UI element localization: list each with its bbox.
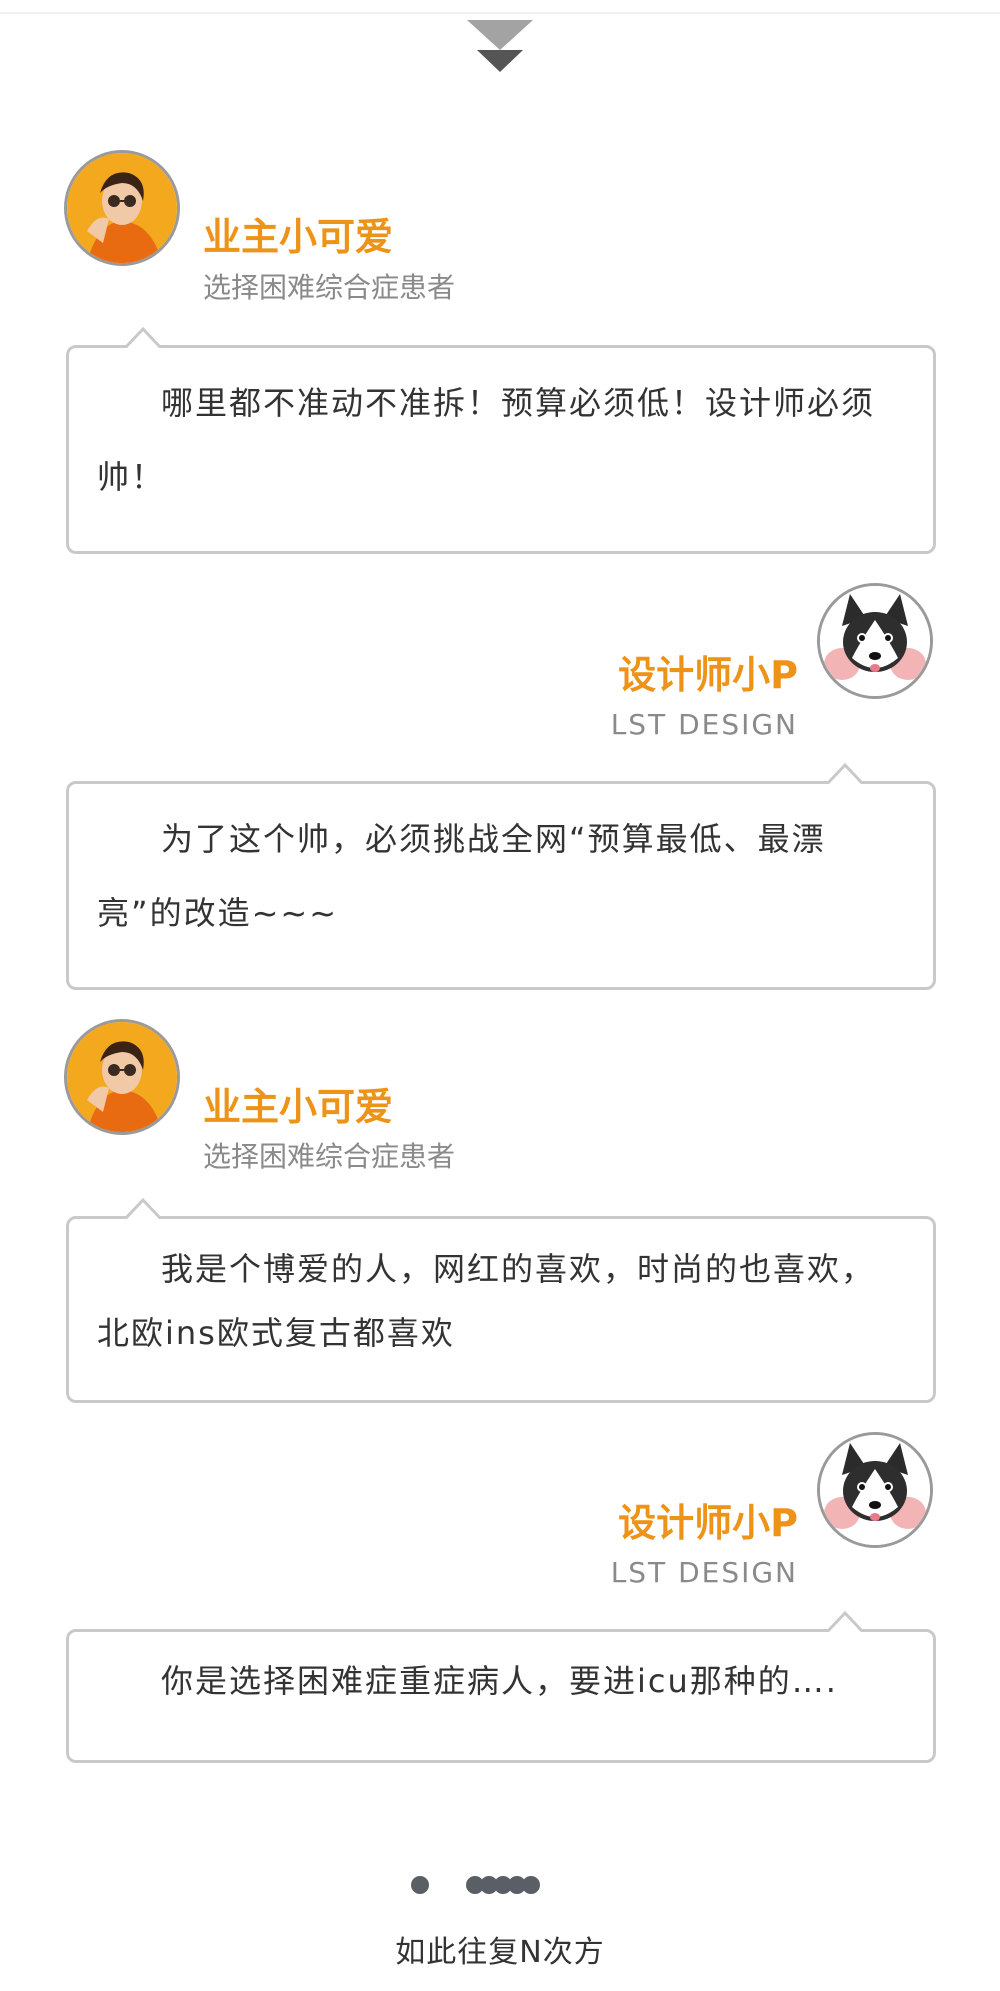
woman-sunglasses-icon xyxy=(67,153,177,263)
owner-name: 业主小可爱 xyxy=(203,215,394,259)
owner-subtitle: 选择困难综合症患者 xyxy=(203,1140,456,1173)
message-bubble-owner: 哪里都不准动不准拆！预算必须低！设计师必须帅！ xyxy=(66,326,936,554)
message-text: 哪里都不准动不准拆！预算必须低！设计师必须帅！ xyxy=(97,384,876,496)
message-text: 我是个博爱的人，网红的喜欢，时尚的也喜欢，北欧ins欧式复古都喜欢 xyxy=(97,1250,876,1352)
top-divider xyxy=(0,12,1000,14)
bubble-pointer xyxy=(827,762,863,784)
message-text: 你是选择困难症重症病人，要进icu那种的…. xyxy=(161,1662,838,1700)
woman-sunglasses-icon xyxy=(67,1022,177,1132)
page-indicator-dots xyxy=(0,1876,1000,1902)
dot xyxy=(522,1876,540,1894)
designer-name: 设计师小P xyxy=(618,1501,798,1545)
husky-dog-icon xyxy=(820,1435,930,1545)
designer-subtitle: LST DESIGN xyxy=(610,708,798,741)
owner-avatar xyxy=(64,1019,180,1135)
owner-avatar xyxy=(64,150,180,266)
designer-avatar xyxy=(817,583,933,699)
message-text: 为了这个帅，必须挑战全网“预算最低、最漂亮”的改造~~~ xyxy=(97,820,826,932)
designer-name: 设计师小P xyxy=(618,653,798,697)
bubble-pointer xyxy=(125,326,161,348)
message-bubble-designer: 为了这个帅，必须挑战全网“预算最低、最漂亮”的改造~~~ xyxy=(66,762,936,990)
bubble-pointer xyxy=(827,1610,863,1632)
bubble-pointer xyxy=(125,1197,161,1219)
double-chevron-down-icon xyxy=(467,20,533,72)
designer-subtitle: LST DESIGN xyxy=(610,1556,798,1589)
owner-subtitle: 选择困难综合症患者 xyxy=(203,271,456,304)
dot xyxy=(411,1876,429,1894)
message-bubble-owner: 我是个博爱的人，网红的喜欢，时尚的也喜欢，北欧ins欧式复古都喜欢 xyxy=(66,1197,936,1403)
designer-avatar xyxy=(817,1432,933,1548)
footer-caption: 如此往复N次方 xyxy=(395,1935,605,1970)
message-bubble-designer: 你是选择困难症重症病人，要进icu那种的…. xyxy=(66,1610,936,1763)
husky-dog-icon xyxy=(820,586,930,696)
owner-name: 业主小可爱 xyxy=(203,1085,394,1129)
